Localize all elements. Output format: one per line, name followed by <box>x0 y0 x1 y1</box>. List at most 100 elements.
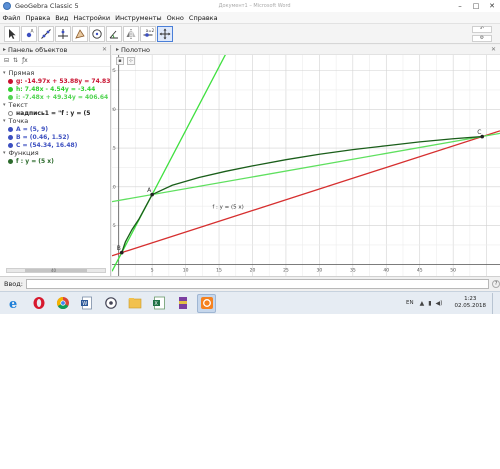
visibility-toggle-icon[interactable] <box>8 158 13 164</box>
circle-icon <box>92 28 102 39</box>
object-row[interactable]: h: 7.48x - 4.54y = -3.44 <box>0 85 110 93</box>
menu-view[interactable]: Вид <box>53 14 71 22</box>
object-row[interactable]: A = (5, 9) <box>0 125 110 133</box>
input-field[interactable] <box>25 279 490 289</box>
circle-tool[interactable] <box>89 25 105 42</box>
clock-date: 02.05.2018 <box>454 303 487 309</box>
object-row[interactable]: f : y = (5 x) <box>0 157 110 165</box>
point-tool[interactable]: A <box>21 25 37 42</box>
menu-options[interactable]: Настройки <box>71 14 113 22</box>
visibility-toggle-icon[interactable] <box>8 110 13 116</box>
taskbar-opera[interactable] <box>29 294 48 313</box>
group-header[interactable]: ▾ Точка <box>0 117 110 125</box>
taskbar-ie[interactable]: e <box>5 294 24 313</box>
move-graphics-icon <box>159 28 171 39</box>
slider-icon: a=2 <box>143 28 154 37</box>
taskbar-chrome[interactable] <box>53 294 72 313</box>
point-icon: A <box>26 28 35 37</box>
group-label: Функция <box>8 149 39 157</box>
point-label-C: C <box>477 129 481 136</box>
collapse-triangle-icon[interactable]: ▾ <box>3 118 6 124</box>
visibility-toggle-icon[interactable] <box>8 126 13 132</box>
taskbar-folder[interactable] <box>125 294 144 313</box>
close-button[interactable]: ✕ <box>484 0 500 12</box>
collapse-triangle-icon[interactable]: ▾ <box>3 102 6 108</box>
network-icon[interactable]: ▮ <box>428 300 431 307</box>
maximize-button[interactable]: □ <box>468 0 484 12</box>
y-tick-label: 10 <box>112 184 116 190</box>
minimize-button[interactable]: – <box>452 0 468 12</box>
axes-toggle-icon[interactable]: ⊹ <box>127 56 135 65</box>
group-header[interactable]: ▾ Текст <box>0 101 110 109</box>
object-definition: g: -14.97x + 53.88y = 74.83 <box>16 77 111 85</box>
visibility-toggle-icon[interactable] <box>8 94 13 100</box>
tray-arrow-icon[interactable]: ▲ <box>420 300 425 307</box>
horizontal-scrollbar[interactable]: 40 <box>6 268 106 273</box>
group-header[interactable]: ▾ Прямая <box>0 69 110 77</box>
object-definition: B = (0.46, 1.52) <box>16 133 70 141</box>
taskbar-winrar[interactable] <box>173 294 192 313</box>
object-definition: A = (5, 9) <box>16 125 49 133</box>
undo-button[interactable]: ↶ <box>472 25 492 33</box>
show-auxiliary-icon[interactable]: ⊟ <box>4 57 9 64</box>
visibility-toggle-icon[interactable] <box>8 134 13 140</box>
system-tray: EN ▲ ▮ ◀) 1:23 02.05.2018 <box>406 292 500 315</box>
ghost-window-title: Документ1 – Microsoft Word <box>218 3 291 9</box>
menu-file[interactable]: Файл <box>0 14 23 22</box>
menu-window[interactable]: Окно <box>164 14 186 22</box>
graphics-canvas[interactable]: 5 10 15 20 25 30 35 40 45 50 5 10 15 20 25 f : y = (5 x… <box>112 55 500 276</box>
visibility-toggle-icon[interactable] <box>8 142 13 148</box>
object-row[interactable]: надпись1 = "f : y = (5 <box>0 109 110 117</box>
geogebra-app-icon <box>3 2 11 10</box>
input-help-button[interactable]: ? <box>492 280 500 288</box>
input-formula-icon[interactable]: ƒx <box>22 57 28 64</box>
line-tool[interactable] <box>38 25 54 42</box>
object-row[interactable]: g: -14.97x + 53.88y = 74.83 <box>0 77 110 85</box>
volume-icon[interactable]: ◀) <box>436 300 443 307</box>
reflect-tool[interactable] <box>123 25 139 42</box>
language-indicator[interactable]: EN <box>406 300 414 306</box>
object-row[interactable]: B = (0.46, 1.52) <box>0 133 110 141</box>
object-definition: C = (54.34, 16.48) <box>16 141 78 149</box>
visibility-toggle-icon[interactable] <box>8 86 13 92</box>
x-tick-label: 40 <box>383 267 389 273</box>
line-g[interactable] <box>112 130 500 257</box>
geogebra-icon <box>200 297 213 309</box>
angle-icon <box>109 30 118 38</box>
panel-menu-icon[interactable]: ▸ <box>3 46 6 53</box>
visibility-toggle-icon[interactable] <box>8 78 13 84</box>
x-tick-label: 5 <box>151 267 154 273</box>
graphics-style-icon[interactable]: ▪ <box>116 56 124 65</box>
object-row[interactable]: i: -7.48x + 49.34y = 406.64 <box>0 93 110 101</box>
object-row[interactable]: C = (54.34, 16.48) <box>0 141 110 149</box>
algebra-close-icon[interactable]: ✕ <box>102 46 107 53</box>
group-header[interactable]: ▾ Функция <box>0 149 110 157</box>
move-tool[interactable] <box>4 25 20 42</box>
panel-menu-icon[interactable]: ▸ <box>116 46 119 53</box>
graphics-close-icon[interactable]: ✕ <box>491 46 496 53</box>
polygon-tool[interactable] <box>72 25 88 42</box>
taskbar-excel[interactable]: X <box>149 294 168 313</box>
menu-help[interactable]: Справка <box>186 14 220 22</box>
sort-icon[interactable]: ⇅ <box>13 57 18 64</box>
settings-button[interactable]: ⚙ <box>472 34 492 42</box>
angle-tool[interactable] <box>106 25 122 42</box>
menu-tools[interactable]: Инструменты <box>113 14 165 22</box>
menu-edit[interactable]: Правка <box>23 14 53 22</box>
slider-tool[interactable]: a=2 <box>140 25 156 42</box>
reflect-icon <box>126 28 136 39</box>
taskbar-geogebra[interactable] <box>197 293 216 313</box>
x-tick-label: 35 <box>350 267 356 273</box>
taskbar-settings-app[interactable] <box>101 294 120 313</box>
show-desktop-button[interactable] <box>492 292 496 314</box>
svg-text:a=2: a=2 <box>146 28 154 33</box>
chrome-icon <box>56 297 69 310</box>
perpendicular-tool[interactable] <box>55 25 71 42</box>
collapse-triangle-icon[interactable]: ▾ <box>3 70 6 76</box>
clock[interactable]: 1:23 02.05.2018 <box>455 296 487 310</box>
collapse-triangle-icon[interactable]: ▾ <box>3 150 6 156</box>
taskbar-word-doc[interactable]: W <box>77 294 96 313</box>
move-graphics-tool[interactable] <box>157 25 173 42</box>
object-definition: h: 7.48x - 4.54y = -3.44 <box>16 85 96 93</box>
title-bar: GeoGebra Classic 5 Документ1 – Microsoft… <box>0 0 500 12</box>
